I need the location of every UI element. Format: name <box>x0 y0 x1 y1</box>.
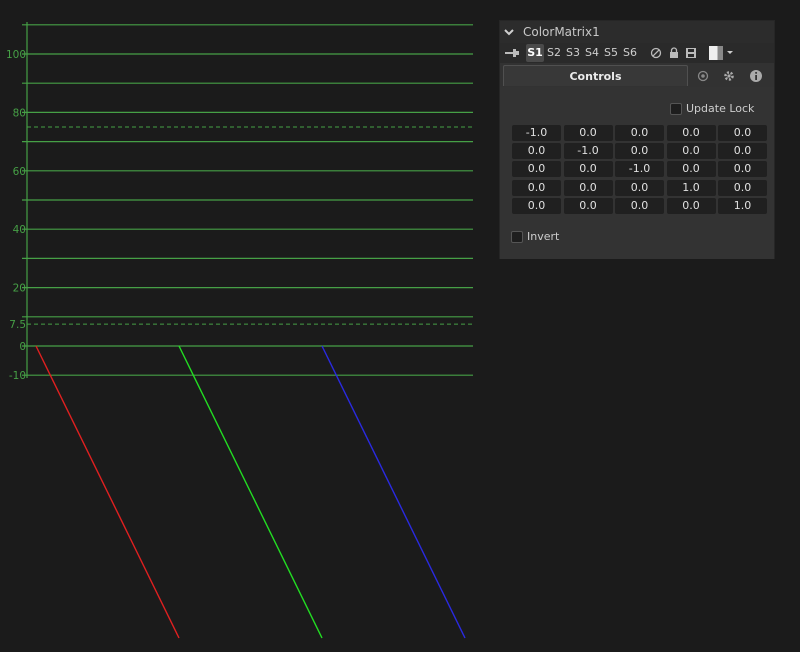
slot-s2[interactable]: S2 <box>545 44 563 62</box>
pin-icon[interactable] <box>505 48 519 58</box>
matrix-cell-r2-c1[interactable]: 0.0 <box>512 143 561 160</box>
graticule <box>22 22 473 378</box>
slot-s1[interactable]: S1 <box>526 44 544 62</box>
inspector-panel: ColorMatrix1 S1S2S3S4S5S6 Controls <box>499 20 775 259</box>
dropdown-arrow-icon[interactable] <box>726 47 734 57</box>
matrix-cell-r3-c5[interactable]: 0.0 <box>718 161 767 178</box>
matrix-cell-r4-c4[interactable]: 1.0 <box>666 179 716 196</box>
disable-icon[interactable] <box>650 47 662 59</box>
matrix-cell-r2-c5[interactable]: 0.0 <box>718 143 767 160</box>
matrix-cell-r1-c4[interactable]: 0.0 <box>666 125 716 141</box>
panel-header[interactable]: ColorMatrix1 <box>500 21 774 43</box>
matrix-cell-r1-c3[interactable]: 0.0 <box>615 125 664 141</box>
scale-labels: 100 80 60 40 20 7.5 0 -10 <box>6 49 26 382</box>
node-title: ColorMatrix1 <box>523 25 600 39</box>
matrix-cell-r1-c5[interactable]: 0.0 <box>718 125 767 141</box>
blue-trace <box>321 345 466 639</box>
matrix-cell-r3-c4[interactable]: 0.0 <box>666 161 716 178</box>
camera-icon[interactable] <box>696 69 710 83</box>
color-swatch[interactable] <box>709 46 723 60</box>
scale-label: 20 <box>13 283 26 295</box>
lock-icon[interactable] <box>668 47 680 59</box>
matrix-cell-r2-c2[interactable]: -1.0 <box>563 143 613 160</box>
red-trace <box>35 345 180 639</box>
chevron-down-icon[interactable] <box>502 23 516 41</box>
matrix-cell-r5-c5[interactable]: 1.0 <box>718 197 767 214</box>
matrix-cell-r4-c1[interactable]: 0.0 <box>512 179 561 196</box>
scale-label: 80 <box>13 107 26 119</box>
scale-label: 7.5 <box>9 319 26 331</box>
version-slots: S1 S2 S3 S4 S5 S6 <box>526 44 640 62</box>
scale-label: 60 <box>13 166 26 178</box>
waveform-traces <box>35 345 466 639</box>
invert-label: Invert <box>527 230 560 243</box>
matrix-cell-r2-c3[interactable]: 0.0 <box>615 143 664 160</box>
gear-icon[interactable] <box>722 69 736 83</box>
matrix-cell-r5-c3[interactable]: 0.0 <box>615 197 664 214</box>
scale-label: -10 <box>9 370 26 382</box>
matrix-cell-r1-c1[interactable]: -1.0 <box>512 125 561 141</box>
slot-s6[interactable]: S6 <box>621 44 639 62</box>
matrix-cell-r4-c2[interactable]: 0.0 <box>563 179 613 196</box>
scale-label: 40 <box>13 224 26 236</box>
matrix-cell-r3-c2[interactable]: 0.0 <box>563 161 613 178</box>
green-trace <box>178 345 323 639</box>
matrix-cell-r4-c5[interactable]: 0.0 <box>718 179 767 196</box>
invert-checkbox[interactable] <box>511 231 523 243</box>
matrix-cell-r2-c4[interactable]: 0.0 <box>666 143 716 160</box>
matrix-cell-r3-c3[interactable]: -1.0 <box>615 161 664 178</box>
matrix-cell-r5-c2[interactable]: 0.0 <box>563 197 613 214</box>
panel-tabs: Controls <box>500 65 774 86</box>
scale-label: 100 <box>6 49 26 61</box>
save-icon[interactable] <box>685 47 697 59</box>
waveform-scope: 100 80 60 40 20 7.5 0 -10 <box>6 22 473 639</box>
info-icon[interactable] <box>749 69 763 83</box>
slot-s3[interactable]: S3 <box>564 44 582 62</box>
panel-toolbar: S1 S2 S3 S4 S5 S6 <box>500 43 774 63</box>
slot-s5[interactable]: S5 <box>602 44 620 62</box>
slot-s4[interactable]: S4 <box>583 44 601 62</box>
update-lock-label: Update Lock <box>686 102 755 115</box>
tab-controls[interactable]: Controls <box>503 65 688 86</box>
update-lock-checkbox[interactable] <box>670 103 682 115</box>
scale-label: 0 <box>19 341 26 353</box>
matrix-cell-r5-c1[interactable]: 0.0 <box>512 197 561 214</box>
controls-content: Update Lock -1.0 0.0 0.0 0.0 0.0 0.0 -1.0 0.0 0.… <box>500 87 774 259</box>
matrix-cell-r4-c3[interactable]: 0.0 <box>615 179 664 196</box>
matrix-cell-r5-c4[interactable]: 0.0 <box>666 197 716 214</box>
matrix-cell-r1-c2[interactable]: 0.0 <box>563 125 613 141</box>
matrix-cell-r3-c1[interactable]: 0.0 <box>512 161 561 178</box>
